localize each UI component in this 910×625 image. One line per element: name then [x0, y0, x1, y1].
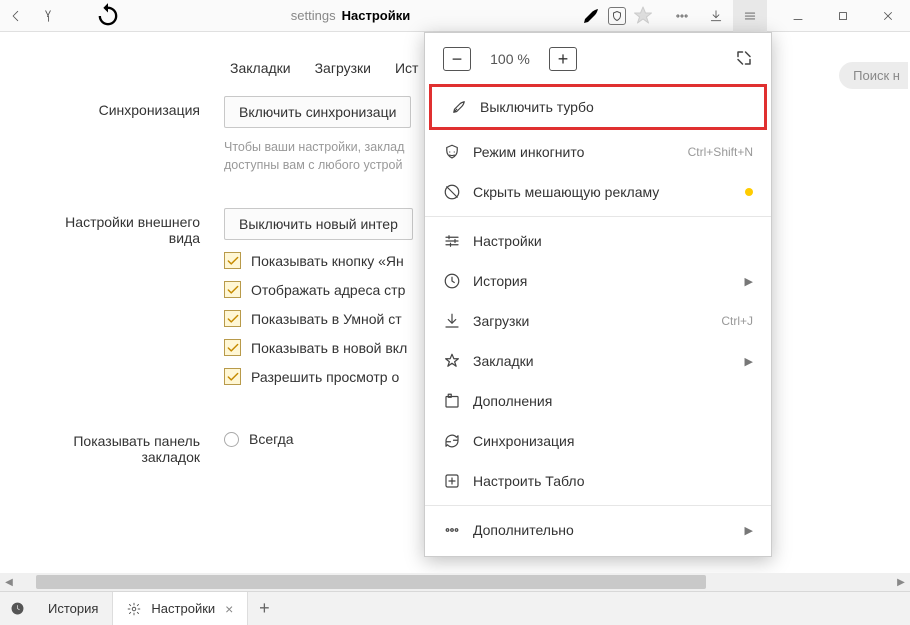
- tab-bar: История Настройки × +: [0, 591, 910, 625]
- tab-history[interactable]: История: [34, 592, 113, 625]
- zoom-controls: − 100 % +: [425, 33, 771, 85]
- menu-button[interactable]: [733, 0, 767, 32]
- checkbox-icon: [224, 368, 241, 385]
- checkbox-icon: [224, 310, 241, 327]
- downloads-shortcut: Ctrl+J: [721, 314, 753, 328]
- downloads-button[interactable]: [699, 0, 733, 32]
- arrow-left-icon: [9, 9, 23, 23]
- address-text[interactable]: settings Настройки: [122, 3, 579, 29]
- maximize-icon: [836, 9, 850, 23]
- back-button[interactable]: [0, 0, 32, 32]
- chevron-right-icon: ▶: [745, 275, 753, 288]
- rocket-button[interactable]: [579, 4, 603, 28]
- reload-button[interactable]: [94, 3, 122, 29]
- menu-tableau[interactable]: Настроить Табло: [425, 461, 771, 501]
- menu-turbo[interactable]: Выключить турбо: [432, 87, 764, 127]
- radio-icon: [224, 432, 239, 447]
- no-ads-icon: [443, 183, 461, 201]
- history-icon: [443, 272, 461, 290]
- window-maximize-button[interactable]: [820, 0, 865, 32]
- menu-bookmarks[interactable]: Закладки ▶: [425, 341, 771, 381]
- menu-separator: [425, 216, 771, 217]
- hamburger-icon: [743, 9, 757, 23]
- menu-hide-ads[interactable]: Скрыть мешающую рекламу: [425, 172, 771, 212]
- main-menu-dropdown: − 100 % + Выключить турбо Режим инкогнит…: [424, 32, 772, 557]
- menu-sync[interactable]: Синхронизация: [425, 421, 771, 461]
- disable-new-interface-button[interactable]: Выключить новый интер: [224, 208, 413, 240]
- tableau-icon: [443, 472, 461, 490]
- dots-icon: [443, 521, 461, 539]
- incognito-icon: [443, 143, 461, 161]
- menu-separator: [425, 505, 771, 506]
- scroll-left-icon[interactable]: ◀: [0, 577, 18, 588]
- sliders-icon: [443, 232, 461, 250]
- scroll-right-icon[interactable]: ▶: [892, 577, 910, 588]
- sync-heading: Синхронизация: [34, 96, 224, 118]
- rocket-icon: [579, 4, 603, 28]
- window-close-button[interactable]: [865, 0, 910, 32]
- address-prefix: settings: [291, 8, 336, 23]
- settings-search[interactable]: Поиск н: [839, 62, 908, 89]
- incognito-shortcut: Ctrl+Shift+N: [688, 145, 753, 159]
- bookmark-button[interactable]: [631, 4, 655, 28]
- dots-icon: [675, 9, 689, 23]
- sync-icon: [443, 432, 461, 450]
- zoom-in-button[interactable]: +: [549, 47, 577, 71]
- menu-incognito[interactable]: Режим инкогнито Ctrl+Shift+N: [425, 132, 771, 172]
- enable-sync-button[interactable]: Включить синхронизаци: [224, 96, 411, 128]
- scrollbar-thumb[interactable]: [36, 575, 706, 589]
- close-icon: [881, 9, 895, 23]
- turbo-icon: [450, 98, 468, 116]
- tab-settings[interactable]: Настройки ×: [113, 592, 248, 625]
- more-actions-button[interactable]: [665, 0, 699, 32]
- yandex-home-button[interactable]: [32, 0, 64, 32]
- address-bar[interactable]: settings Настройки: [94, 3, 659, 29]
- checkbox-icon: [224, 339, 241, 356]
- appearance-heading: Настройки внешнего вида: [34, 208, 224, 246]
- download-icon: [709, 9, 723, 23]
- new-tab-button[interactable]: +: [248, 592, 280, 625]
- menu-more[interactable]: Дополнительно ▶: [425, 510, 771, 550]
- menu-downloads[interactable]: Загрузки Ctrl+J: [425, 301, 771, 341]
- menu-settings[interactable]: Настройки: [425, 221, 771, 261]
- nav-history[interactable]: Ист: [395, 60, 418, 76]
- clock-icon: [10, 601, 25, 616]
- chevron-right-icon: ▶: [745, 524, 753, 537]
- bookmarksbar-heading: Показывать панель закладок: [34, 427, 224, 465]
- menu-extensions[interactable]: Дополнения: [425, 381, 771, 421]
- gear-icon: [127, 602, 141, 616]
- fullscreen-icon: [735, 49, 753, 67]
- shield-icon: [608, 7, 626, 25]
- yandex-icon: [41, 9, 55, 23]
- zoom-value: 100 %: [471, 51, 549, 67]
- download-icon: [443, 312, 461, 330]
- extensions-icon: [443, 392, 461, 410]
- minimize-icon: [791, 9, 805, 23]
- fullscreen-button[interactable]: [735, 49, 753, 70]
- nav-downloads[interactable]: Загрузки: [315, 60, 371, 76]
- address-title: Настройки: [342, 8, 411, 23]
- menu-history[interactable]: История ▶: [425, 261, 771, 301]
- status-dot-icon: [745, 188, 753, 196]
- window-minimize-button[interactable]: [775, 0, 820, 32]
- zoom-out-button[interactable]: −: [443, 47, 471, 71]
- horizontal-scrollbar[interactable]: ◀ ▶: [0, 573, 910, 591]
- nav-bookmarks[interactable]: Закладки: [230, 60, 291, 76]
- tab-close-button[interactable]: ×: [225, 601, 233, 617]
- browser-toolbar: settings Настройки: [0, 0, 910, 32]
- chevron-right-icon: ▶: [745, 355, 753, 368]
- reload-icon: [94, 2, 122, 30]
- checkbox-icon: [224, 252, 241, 269]
- star-icon: [631, 4, 655, 28]
- protect-button[interactable]: [605, 4, 629, 28]
- history-quick-button[interactable]: [0, 592, 34, 625]
- star-icon: [443, 352, 461, 370]
- checkbox-icon: [224, 281, 241, 298]
